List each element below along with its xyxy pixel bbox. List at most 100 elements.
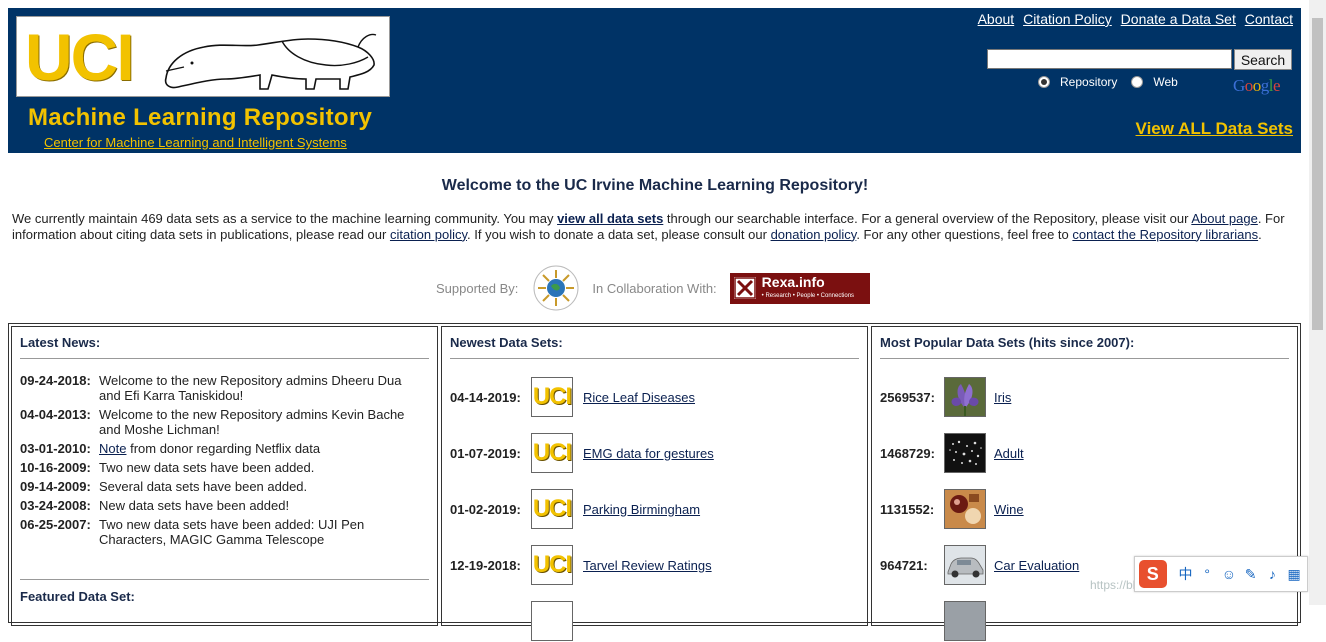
uci-thumbnail-icon[interactable]: UCI <box>531 545 573 585</box>
support-row: Supported By: In Collaboration With: Rex… <box>436 265 870 311</box>
intro-text: through our searchable interface. For a … <box>663 211 1192 226</box>
thumb-text: UCI <box>532 439 572 466</box>
list-item: 964721: Car Evaluation <box>880 544 1079 586</box>
intro-text: . For any other questions, feel free to <box>856 226 1073 242</box>
latest-news-heading: Latest News: <box>20 335 101 350</box>
ime-toolbar: S 中 ° ☺ ✎ ♪ ▦ <box>1134 556 1308 592</box>
scrollbar-thumb[interactable] <box>1312 18 1323 330</box>
news-text: Welcome to the new Repository admins Dhe… <box>99 373 402 403</box>
intro-text: . If you wish to donate a data set, plea… <box>467 226 771 242</box>
list-item: 2569537: Iris <box>880 376 1011 418</box>
nav-about[interactable]: About <box>978 11 1015 27</box>
dataset-link[interactable]: Adult <box>994 446 1024 461</box>
welcome-title: Welcome to the UC Irvine Machine Learnin… <box>441 177 869 194</box>
rexa-logo[interactable]: Rexa.info • Research • People • Connecti… <box>729 272 870 304</box>
car-icon[interactable] <box>944 545 986 585</box>
pen-icon[interactable]: ✎ <box>1242 566 1260 583</box>
uci-thumbnail-icon[interactable]: UCI <box>531 433 573 473</box>
news-text: Two new data sets have been added. <box>99 460 315 475</box>
rexa-name: Rexa.info <box>761 273 825 290</box>
radio-web-label: Web <box>1153 75 1178 89</box>
news-date: 06-25-2007: <box>20 517 91 532</box>
rexa-x-icon <box>733 277 756 299</box>
dataset-thumbnail-icon[interactable] <box>944 601 986 641</box>
featured-heading: Featured Data Set: <box>20 589 135 604</box>
divider <box>450 358 859 359</box>
news-date: 03-01-2010: <box>20 441 91 456</box>
thumb-text: UCI <box>532 495 572 522</box>
punctuation-icon[interactable]: ° <box>1198 566 1216 582</box>
anteater-logo-icon <box>164 33 377 90</box>
dataset-link[interactable]: Rice Leaf Diseases <box>583 390 695 405</box>
news-date: 03-24-2008: <box>20 498 91 513</box>
nsf-logo-icon[interactable] <box>532 264 580 312</box>
logo-text: UCI <box>25 20 135 94</box>
intro-text: . <box>1258 226 1262 242</box>
list-item: 1131552: Wine <box>880 488 1024 530</box>
dataset-link[interactable]: EMG data for gestures <box>583 446 714 461</box>
contact-librarians-link[interactable]: contact the Repository librarians <box>1072 227 1258 242</box>
microphone-icon[interactable]: ♪ <box>1264 566 1282 582</box>
emoji-icon[interactable]: ☺ <box>1220 566 1238 582</box>
view-all-data-sets-link[interactable]: View ALL Data Sets <box>1136 119 1293 138</box>
news-text: New data sets have been added! <box>99 498 290 513</box>
uci-thumbnail-icon[interactable] <box>531 601 573 641</box>
donation-policy-link[interactable]: donation policy <box>771 227 857 242</box>
view-all-link[interactable]: view all data sets <box>557 211 663 226</box>
radio-web[interactable] <box>1131 76 1144 88</box>
list-item: 04-14-2019: UCI Rice Leaf Diseases <box>450 376 695 418</box>
list-item: 01-02-2019: UCI Parking Birmingham <box>450 488 700 530</box>
subtitle-link[interactable]: Center for Machine Learning and Intellig… <box>44 135 347 150</box>
uci-thumbnail-icon[interactable]: UCI <box>531 489 573 529</box>
dataset-date: 12-19-2018: <box>450 557 521 573</box>
iris-flower-icon[interactable] <box>944 377 986 417</box>
rexa-tagline: • Research • People • Connections <box>761 292 855 299</box>
intro-text: We currently maintain 469 data sets as a… <box>12 211 558 226</box>
radio-repository[interactable] <box>1038 76 1050 88</box>
list-item: 1468729: Adult <box>880 432 1024 474</box>
dataset-link[interactable]: Car Evaluation <box>994 558 1079 573</box>
news-date: 10-16-2009: <box>20 460 91 475</box>
ime-chinese-mode[interactable]: 中 <box>1177 564 1195 584</box>
intro-paragraph: We currently maintain 469 data sets as a… <box>12 211 1297 242</box>
site-title: Machine Learning Repository <box>28 104 373 131</box>
nav-citation-policy[interactable]: Citation Policy <box>1023 11 1112 27</box>
hit-count: 964721: <box>880 557 928 573</box>
dataset-link[interactable]: Tarvel Review Ratings <box>583 558 712 573</box>
adult-map-icon[interactable] <box>944 433 986 473</box>
thumb-text: UCI <box>532 551 572 578</box>
news-text: Two new data sets have been added: UJI P… <box>99 517 365 547</box>
list-item <box>450 600 583 642</box>
wine-glass-icon[interactable] <box>944 489 986 529</box>
news-date: 04-04-2013: <box>20 407 91 422</box>
list-item: 12-19-2018: UCI Tarvel Review Ratings <box>450 544 712 586</box>
site-subtitle: Center for Machine Learning and Intellig… <box>44 135 347 150</box>
dataset-link[interactable]: Wine <box>994 502 1024 517</box>
grid-menu-icon[interactable]: ▦ <box>1285 566 1303 583</box>
uci-logo[interactable]: UCI <box>16 16 390 97</box>
news-date: 09-24-2018: <box>20 373 91 388</box>
vertical-scrollbar[interactable] <box>1309 0 1326 605</box>
citation-policy-link[interactable]: citation policy <box>390 227 467 242</box>
popular-heading: Most Popular Data Sets (hits since 2007)… <box>880 335 1135 350</box>
about-page-link[interactable]: About page <box>1191 211 1258 226</box>
list-item <box>880 600 994 642</box>
uci-thumbnail-icon[interactable]: UCI <box>531 377 573 417</box>
search-input[interactable] <box>987 49 1232 69</box>
news-item: 03-01-2010: Note from donor regarding Ne… <box>20 441 420 456</box>
dataset-date: 01-02-2019: <box>450 501 521 517</box>
dataset-link[interactable]: Parking Birmingham <box>583 502 700 517</box>
nav-contact[interactable]: Contact <box>1245 11 1293 27</box>
thumb-text: UCI <box>532 383 572 410</box>
top-nav: About Citation Policy Donate a Data Set … <box>973 11 1293 27</box>
dataset-link[interactable]: Iris <box>994 390 1011 405</box>
news-item: 09-24-2018: Welcome to the new Repositor… <box>20 373 420 403</box>
netflix-note-link[interactable]: Note <box>99 441 126 456</box>
hit-count: 1468729: <box>880 445 935 461</box>
latest-news-panel: Latest News: 09-24-2018: Welcome to the … <box>11 326 438 626</box>
list-item: 01-07-2019: UCI EMG data for gestures <box>450 432 714 474</box>
nav-donate[interactable]: Donate a Data Set <box>1121 11 1236 27</box>
sogou-logo-icon[interactable]: S <box>1139 560 1167 588</box>
search-button[interactable]: Search <box>1234 49 1292 70</box>
news-text-tail: from donor regarding Netflix data <box>126 441 321 456</box>
